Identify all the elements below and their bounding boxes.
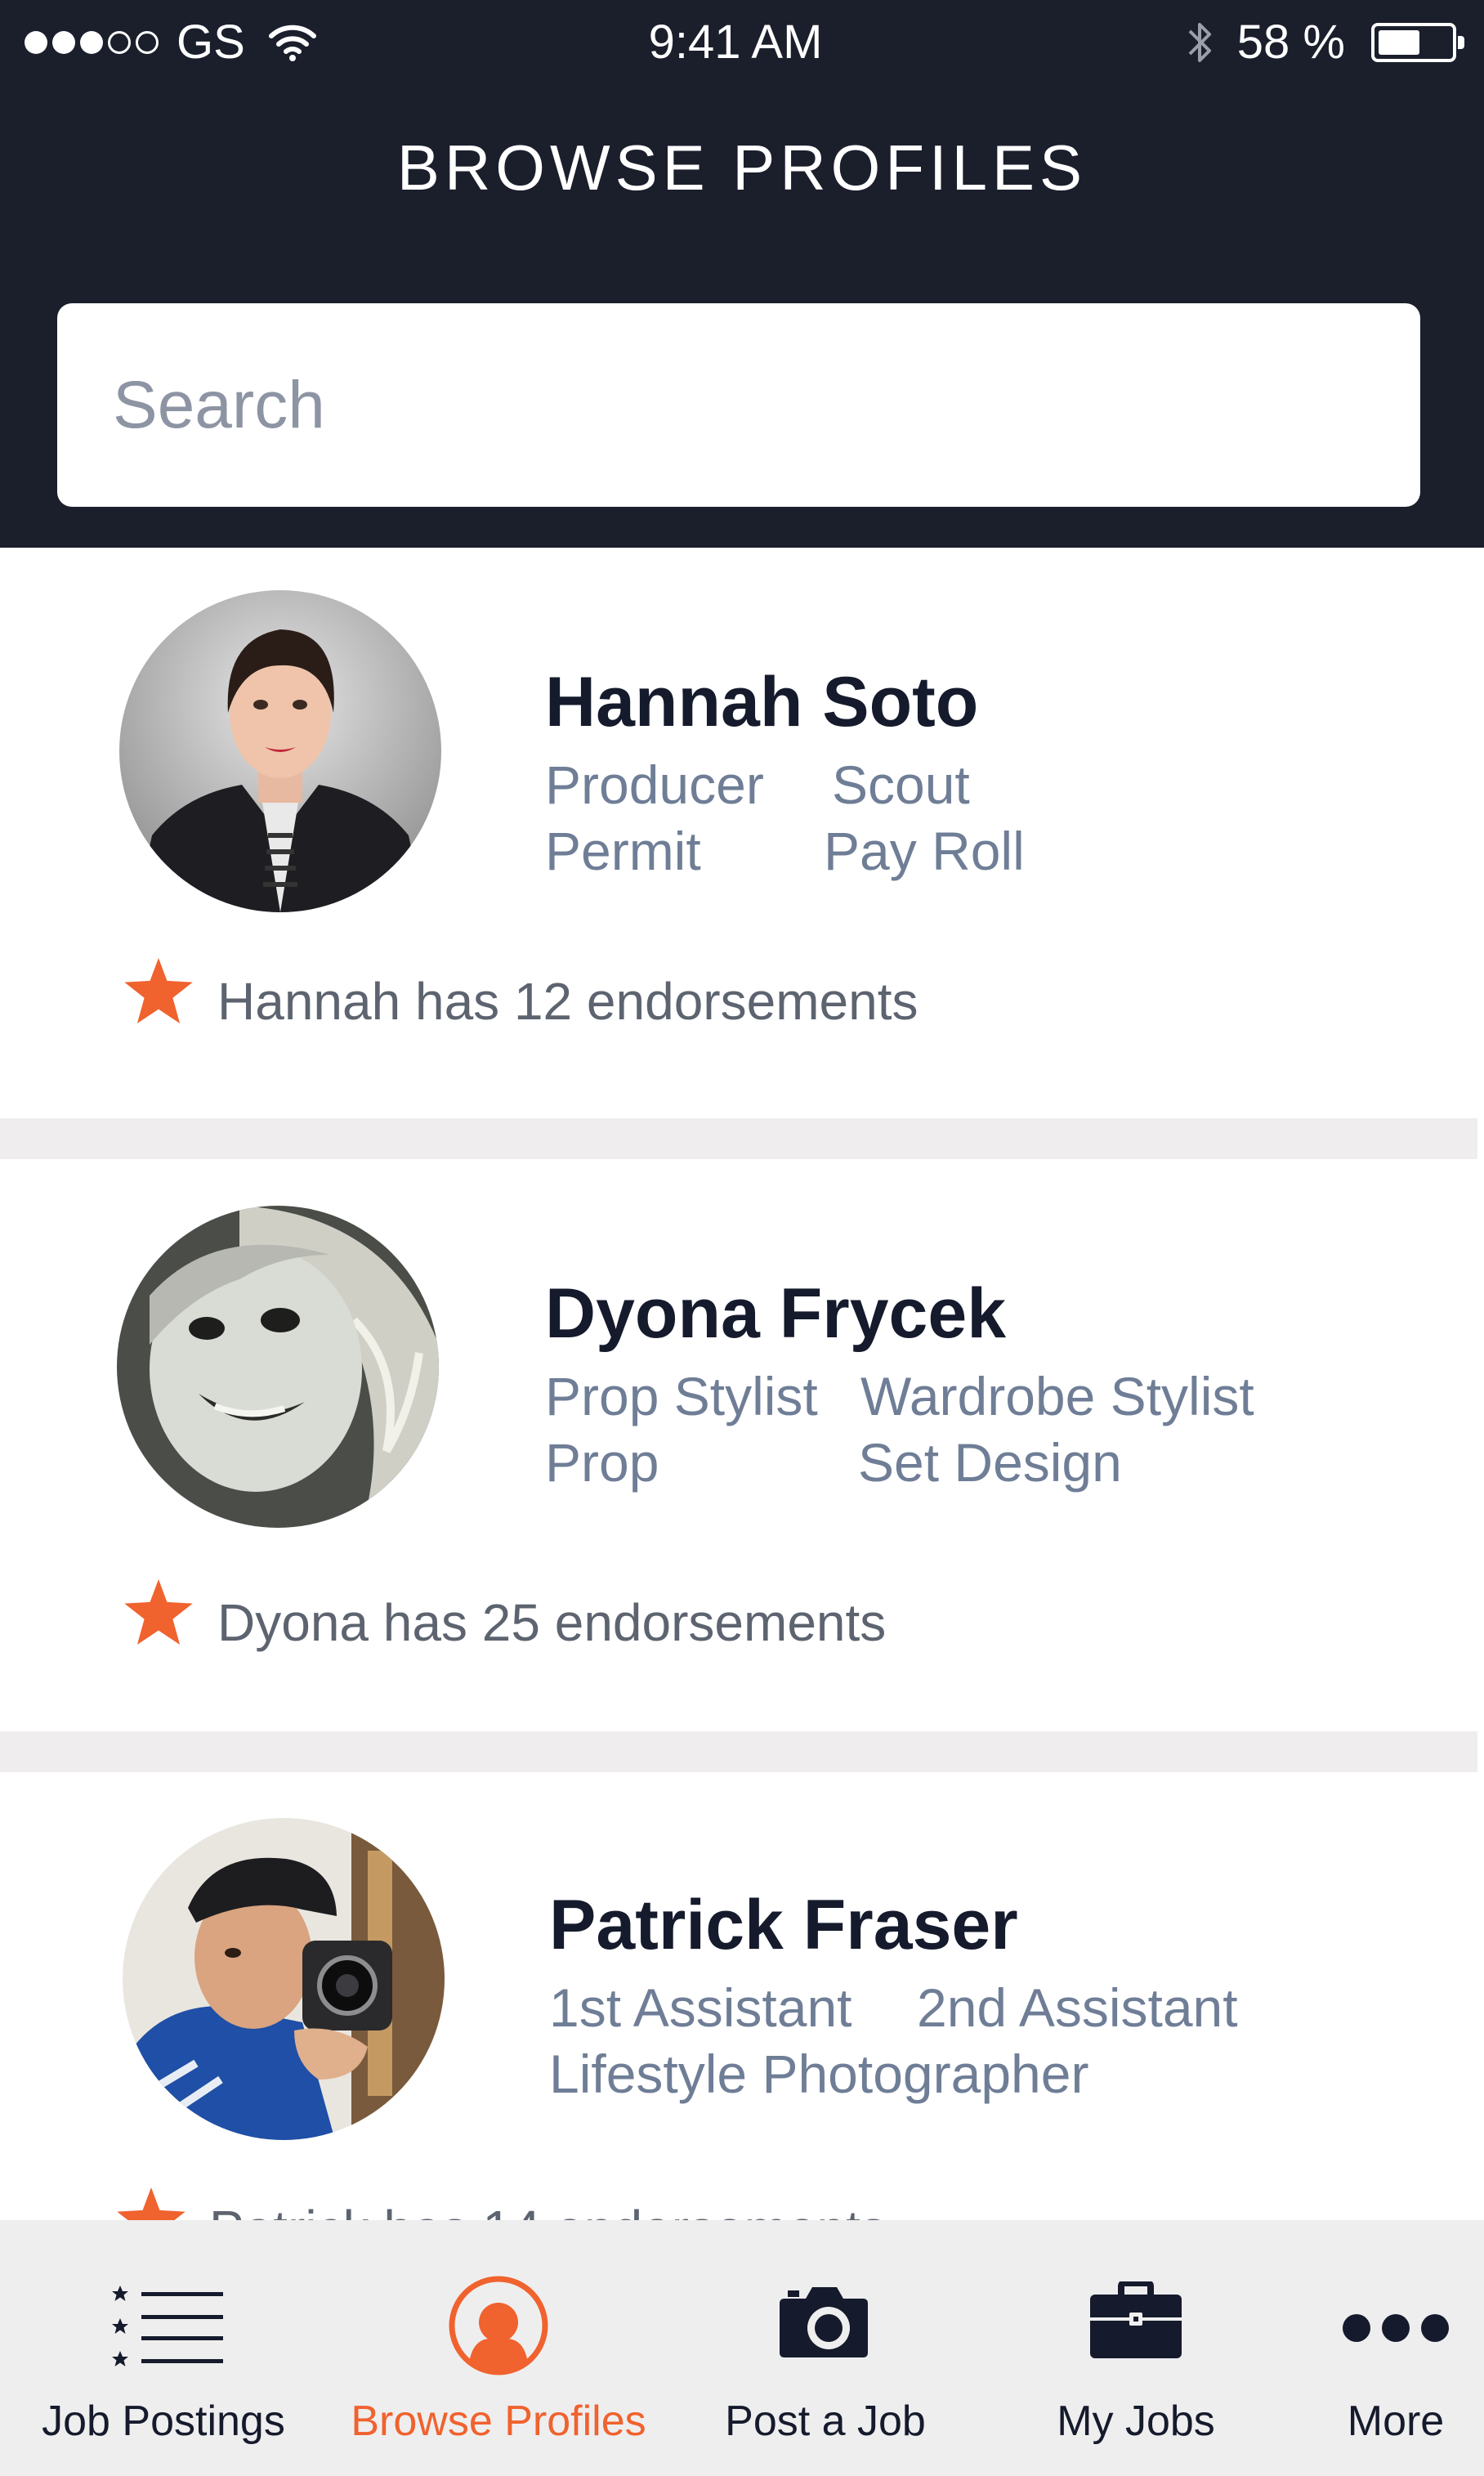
battery-fill	[1379, 29, 1419, 55]
role-tag: Lifestyle Photographer	[549, 2044, 1089, 2104]
role-tag: Wardrobe Stylist	[860, 1366, 1254, 1426]
tab-more[interactable]: More	[1307, 2220, 1484, 2476]
tab-job-postings[interactable]: Job Postings	[25, 2220, 302, 2476]
battery-percent: 58 %	[1236, 16, 1345, 69]
camera-icon	[780, 2287, 868, 2357]
tab-label: Browse Profiles	[351, 2398, 646, 2445]
avatar[interactable]	[123, 1818, 445, 2140]
role-tag: Permit	[545, 821, 701, 881]
avatar[interactable]	[117, 1206, 439, 1528]
tab-bar: Job Postings Browse Profiles Post a Job …	[0, 2220, 1484, 2476]
tab-label: Post a Job	[725, 2398, 926, 2445]
header: GS 9:41 AM 58 % BROWSE PROFILES	[0, 0, 1484, 548]
star-icon	[117, 2187, 186, 2220]
role-tag: 2nd Assistant	[917, 1977, 1238, 2038]
profile-card[interactable]: Hannah Soto Producer Scout Permit Pay Ro…	[0, 548, 1484, 1118]
profile-name[interactable]: Dyona Frycek	[545, 1274, 1006, 1354]
tab-my-jobs[interactable]: My Jobs	[1013, 2220, 1258, 2476]
role-tag: Set Design	[858, 1432, 1122, 1493]
battery-icon	[1371, 22, 1464, 62]
search-input[interactable]	[57, 303, 1420, 507]
person-circle-icon	[449, 2276, 548, 2375]
star-icon	[124, 1579, 193, 1645]
profile-card[interactable]: Patrick Fraser 1st Assistant 2nd Assista…	[0, 1772, 1484, 2220]
profile-card[interactable]: Dyona Frycek Prop Stylist Wardrobe Styli…	[0, 1159, 1484, 1731]
star-icon	[124, 958, 193, 1023]
bluetooth-icon	[1188, 22, 1211, 62]
list-separator	[0, 1731, 1477, 1772]
avatar[interactable]	[119, 590, 441, 912]
profile-name[interactable]: Hannah Soto	[545, 662, 978, 743]
status-right: 58 %	[1183, 15, 1464, 69]
role-tag: 1st Assistant	[549, 1977, 852, 2038]
tab-browse-profiles[interactable]: Browse Profiles	[343, 2220, 654, 2476]
page-title: BROWSE PROFILES	[396, 132, 1088, 204]
more-dots-icon	[1343, 2314, 1449, 2342]
profile-name[interactable]: Patrick Fraser	[549, 1885, 1018, 1966]
tab-label: Job Postings	[42, 2398, 285, 2445]
list-separator	[0, 1118, 1477, 1159]
role-tag: Pay Roll	[824, 821, 1025, 881]
tab-label: My Jobs	[1057, 2398, 1215, 2445]
status-bar: GS 9:41 AM 58 %	[0, 0, 1484, 90]
endorsement-count: Patrick has 14 endorsements	[209, 2199, 887, 2220]
role-tag: Prop Stylist	[545, 1366, 818, 1426]
briefcase-icon	[1090, 2281, 1182, 2358]
tab-post-a-job[interactable]: Post a Job	[703, 2220, 948, 2476]
endorsement-count: Dyona has 25 endorsements	[217, 1593, 887, 1652]
endorsement-count: Hannah has 12 endorsements	[217, 972, 919, 1031]
list-stars-icon	[112, 2286, 223, 2366]
role-tag: Scout	[832, 754, 970, 815]
tab-label: More	[1347, 2398, 1445, 2445]
role-tag: Prop	[545, 1432, 659, 1493]
battery-nub	[1458, 35, 1464, 49]
role-tag: Producer	[545, 754, 764, 815]
